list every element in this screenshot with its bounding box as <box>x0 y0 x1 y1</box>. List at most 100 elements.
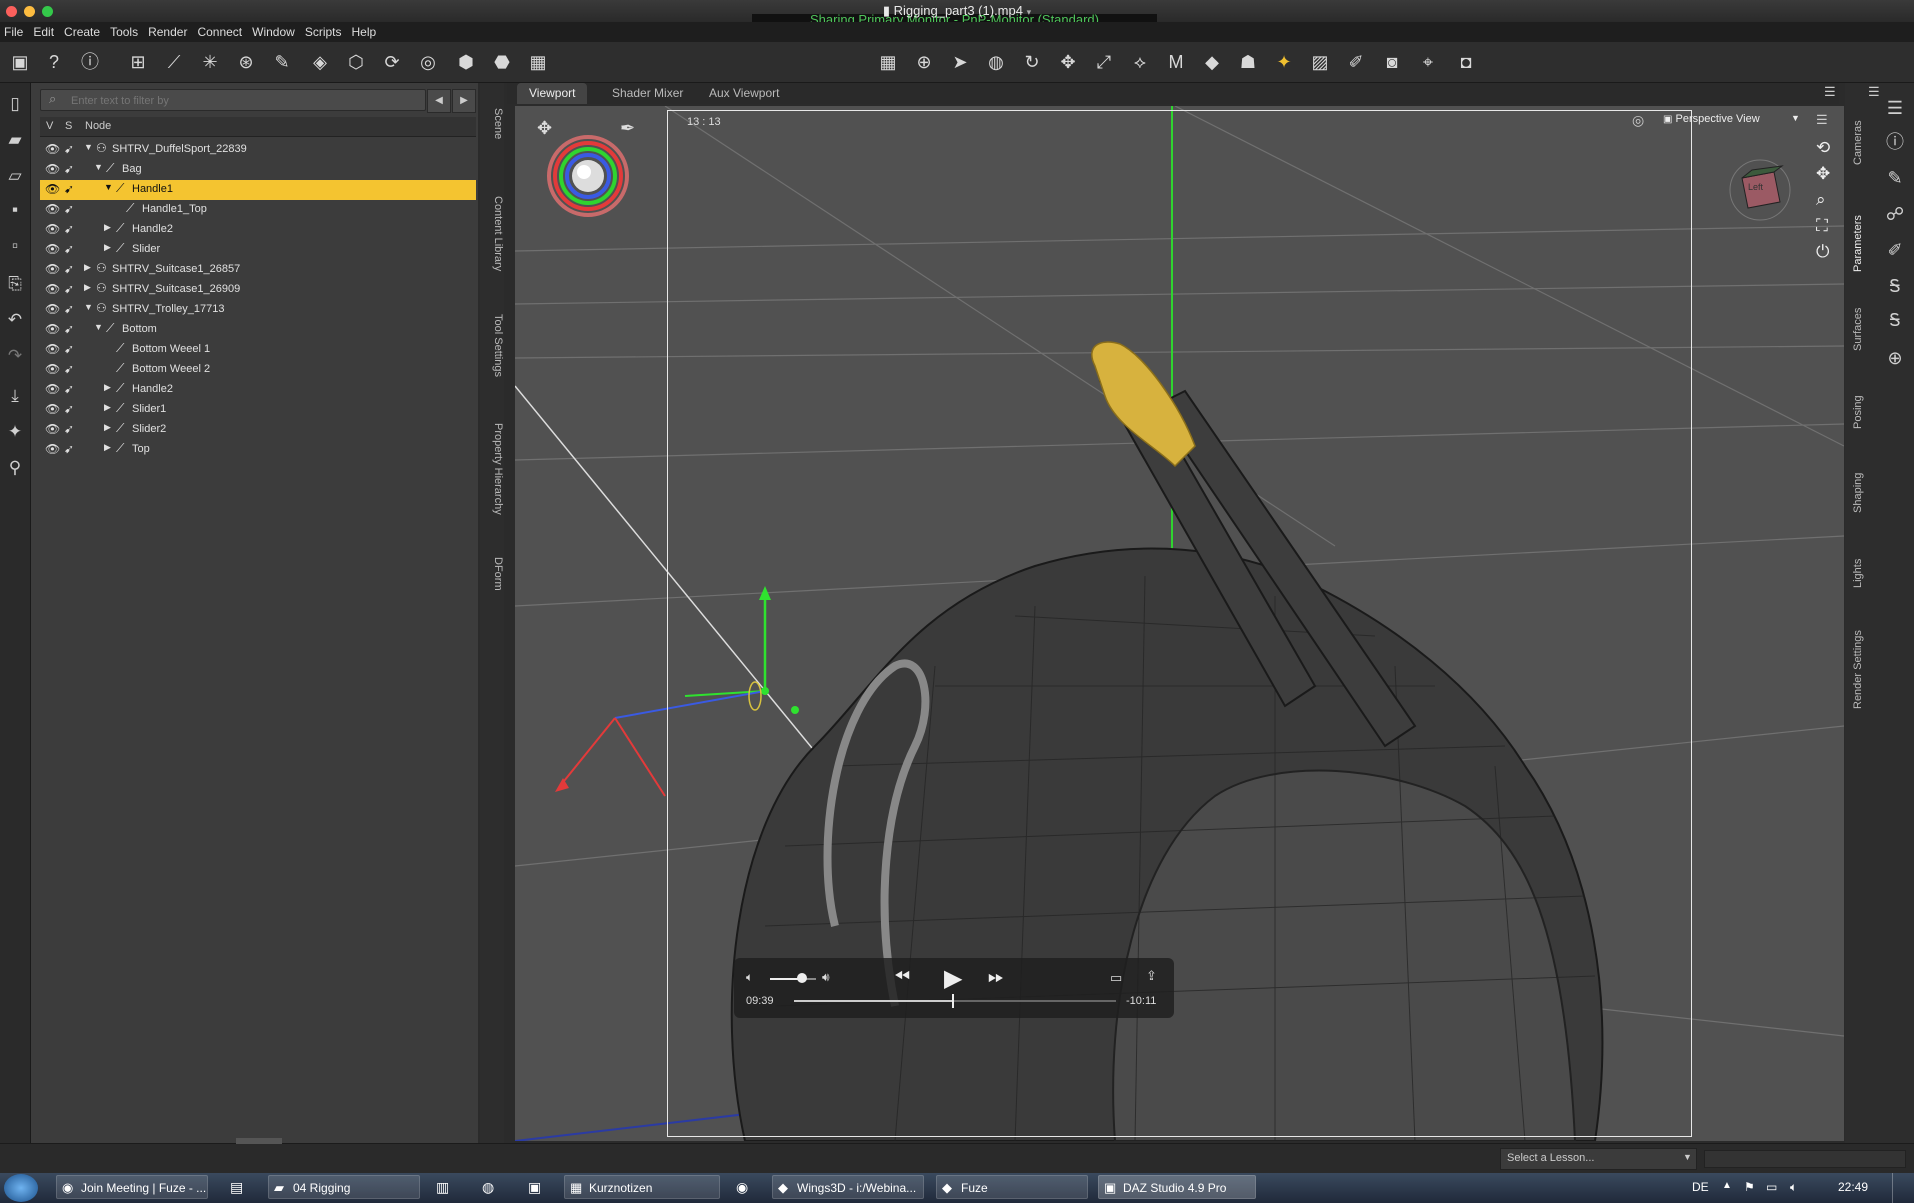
scene-node-row[interactable]: 👁︎ ➹ ⟋ Handle1_Top <box>40 200 476 220</box>
polygon-group-icon[interactable]: ◎ <box>414 48 442 76</box>
drop-to-floor-icon[interactable]: ⤓ <box>2 383 28 409</box>
scene-node-row[interactable]: 👁︎ ➹ ▶ ⟋ Handle2 <box>40 220 476 240</box>
navigation-cube[interactable]: Left <box>1728 158 1792 222</box>
weight-brush-icon[interactable]: ✎ <box>268 48 296 76</box>
progress-bar[interactable] <box>794 1000 1116 1002</box>
reset-view-icon[interactable]: ⏻ <box>1816 242 1829 262</box>
render-icon[interactable]: ◘ <box>1452 48 1480 76</box>
tab-surfaces[interactable]: Surfaces <box>1852 296 1872 362</box>
collapse-arrow-icon[interactable]: ▼ <box>84 142 93 152</box>
orbit-icon[interactable]: ⟲ <box>1816 138 1830 158</box>
lesson-step-strip[interactable] <box>1704 1150 1906 1168</box>
visibility-eye-icon[interactable]: 👁︎ <box>45 242 60 256</box>
visibility-eye-icon[interactable]: 👁︎ <box>45 182 60 196</box>
figure-setup-icon[interactable]: ⬢ <box>452 48 480 76</box>
collapse-arrow-icon[interactable]: ▼ <box>104 182 113 192</box>
morph-icon[interactable]: ☍ <box>1880 200 1910 228</box>
selectable-arrow-icon[interactable]: ➹ <box>64 442 74 456</box>
active-pose-icon[interactable]: ⊛ <box>232 48 260 76</box>
visibility-eye-icon[interactable]: 👁︎ <box>45 222 60 236</box>
show-desktop-button[interactable] <box>1892 1173 1914 1203</box>
play-icon[interactable]: ▶ <box>944 964 962 993</box>
view-mode-dropdown[interactable]: ▣ Perspective View ▼ <box>1663 113 1803 131</box>
primitive-icon[interactable]: ▦ <box>524 48 552 76</box>
undo-icon[interactable]: ↶ <box>2 307 28 333</box>
geometry-editor-icon[interactable]: ◈ <box>306 48 334 76</box>
new-scene-icon[interactable]: ▯ <box>2 91 28 117</box>
column-visible[interactable]: V <box>46 120 53 132</box>
pane-menu-icon[interactable]: ☰ <box>1824 84 1836 100</box>
tab-content-library[interactable]: Content Library <box>480 189 504 279</box>
expand-arrow-icon[interactable]: ▶ <box>104 242 111 253</box>
task-04-rigging[interactable]: ▰ 04 Rigging <box>268 1175 420 1199</box>
task-daz-studio[interactable]: ▣ DAZ Studio 4.9 Pro <box>1098 1175 1256 1199</box>
selectable-arrow-icon[interactable]: ➹ <box>64 202 74 216</box>
help-icon[interactable]: ⓘ <box>76 48 104 76</box>
forward-arrow-icon[interactable]: ▶ <box>452 89 476 113</box>
scene-node-row[interactable]: 👁︎ ➹ ▼ ⚇ SHTRV_DuffelSport_22839 <box>40 140 476 160</box>
visibility-eye-icon[interactable]: 👁︎ <box>45 322 60 336</box>
tab-posing[interactable]: Posing <box>1852 384 1872 440</box>
pan-icon[interactable]: ✥ <box>1816 164 1830 184</box>
menu-window[interactable]: Window <box>248 22 301 42</box>
clock[interactable]: 22:49 <box>1838 1180 1868 1194</box>
surface-selection-icon[interactable]: ⟡ <box>1126 48 1154 76</box>
right-pane-menu-icon[interactable]: ☰ <box>1868 84 1880 100</box>
spot-render-tool-icon[interactable]: ⌖ <box>1414 48 1442 76</box>
share-icon[interactable]: ⇪ <box>1146 968 1157 984</box>
figure-morph-icon[interactable]: Ꭶ <box>1880 272 1910 300</box>
collapse-arrow-icon[interactable]: ▼ <box>84 302 93 312</box>
chrome-icon[interactable]: ◉ <box>736 1179 748 1196</box>
column-selectable[interactable]: S <box>65 120 72 132</box>
scene-node-row[interactable]: 👁︎ ➹ ▶ ⟋ Slider1 <box>40 400 476 420</box>
tab-lights[interactable]: Lights <box>1852 548 1872 598</box>
scene-node-row[interactable]: 👁︎ ➹ ▼ ⟋ Bag <box>40 160 476 180</box>
whats-this-icon[interactable]: ? <box>40 48 68 76</box>
scene-node-row[interactable]: 👁︎ ➹ ▶ ⚇ SHTRV_Suitcase1_26909 <box>40 280 476 300</box>
volume-slider[interactable] <box>770 978 816 980</box>
save-icon[interactable]: ▪ <box>2 197 28 223</box>
rotate-tool-icon[interactable]: ↻ <box>1018 48 1046 76</box>
visibility-eye-icon[interactable]: 👁︎ <box>45 282 60 296</box>
selectable-arrow-icon[interactable]: ➹ <box>64 402 74 416</box>
selectable-arrow-icon[interactable]: ➹ <box>64 362 74 376</box>
spot-render-icon[interactable]: ✳ <box>196 48 224 76</box>
notepad-icon[interactable]: ▤ <box>230 1179 243 1196</box>
expand-arrow-icon[interactable]: ▶ <box>104 382 111 393</box>
edge-loop-icon[interactable]: ⟳ <box>378 48 406 76</box>
menu-render[interactable]: Render <box>144 22 193 42</box>
collapse-arrow-icon[interactable]: ▼ <box>94 322 103 332</box>
collapse-arrow-icon[interactable]: ▼ <box>94 162 103 172</box>
expand-arrow-icon[interactable]: ▶ <box>104 402 111 413</box>
selectable-arrow-icon[interactable]: ➹ <box>64 262 74 276</box>
region-select-icon[interactable]: ◍ <box>982 48 1010 76</box>
pane-layout-icon[interactable]: ☰ <box>1880 94 1910 122</box>
menu-connect[interactable]: Connect <box>193 22 248 42</box>
tab-parameters[interactable]: Parameters <box>1852 206 1872 282</box>
environment-icon[interactable]: ⊕ <box>1880 344 1910 372</box>
scene-node-row[interactable]: 👁︎ ➹ ▶ ⟋ Top <box>40 440 476 460</box>
selectable-arrow-icon[interactable]: ➹ <box>64 142 74 156</box>
start-button[interactable] <box>4 1174 38 1202</box>
scene-node-row[interactable]: 👁︎ ➹ ⟋ Bottom Weeel 1 <box>40 340 476 360</box>
flag-icon[interactable]: ⚑ <box>1744 1180 1755 1194</box>
frame-icon[interactable]: ⛶ <box>1816 216 1828 236</box>
camera-rotate-ball[interactable] <box>546 134 630 218</box>
weight-map-icon[interactable]: ▨ <box>1306 48 1334 76</box>
task-kurznotizen[interactable]: ▦ Kurznotizen <box>564 1175 720 1199</box>
edit-geometry-icon[interactable]: ✐ <box>1342 48 1370 76</box>
task-fuze[interactable]: ◆ Fuze <box>936 1175 1088 1199</box>
visibility-eye-icon[interactable]: 👁︎ <box>45 402 60 416</box>
selectable-arrow-icon[interactable]: ➹ <box>64 382 74 396</box>
task-wings3d[interactable]: ◆ Wings3D - i:/Webina... <box>772 1175 924 1199</box>
redo-icon[interactable]: ↷ <box>2 343 28 369</box>
save-as-icon[interactable]: ▫ <box>2 233 28 259</box>
tab-render-settings[interactable]: Render Settings <box>1852 620 1872 720</box>
open-icon[interactable]: ▰ <box>2 127 28 153</box>
tab-cameras[interactable]: Cameras <box>1852 112 1872 174</box>
volume-high-icon[interactable]: 🔊︎ <box>822 970 830 985</box>
menu-create[interactable]: Create <box>60 22 106 42</box>
lesson-dropdown[interactable]: Select a Lesson... ▼ <box>1500 1148 1697 1170</box>
scene-node-row[interactable]: 👁︎ ➹ ▼ ⟋ Bottom <box>40 320 476 340</box>
column-node[interactable]: Node <box>85 120 111 132</box>
